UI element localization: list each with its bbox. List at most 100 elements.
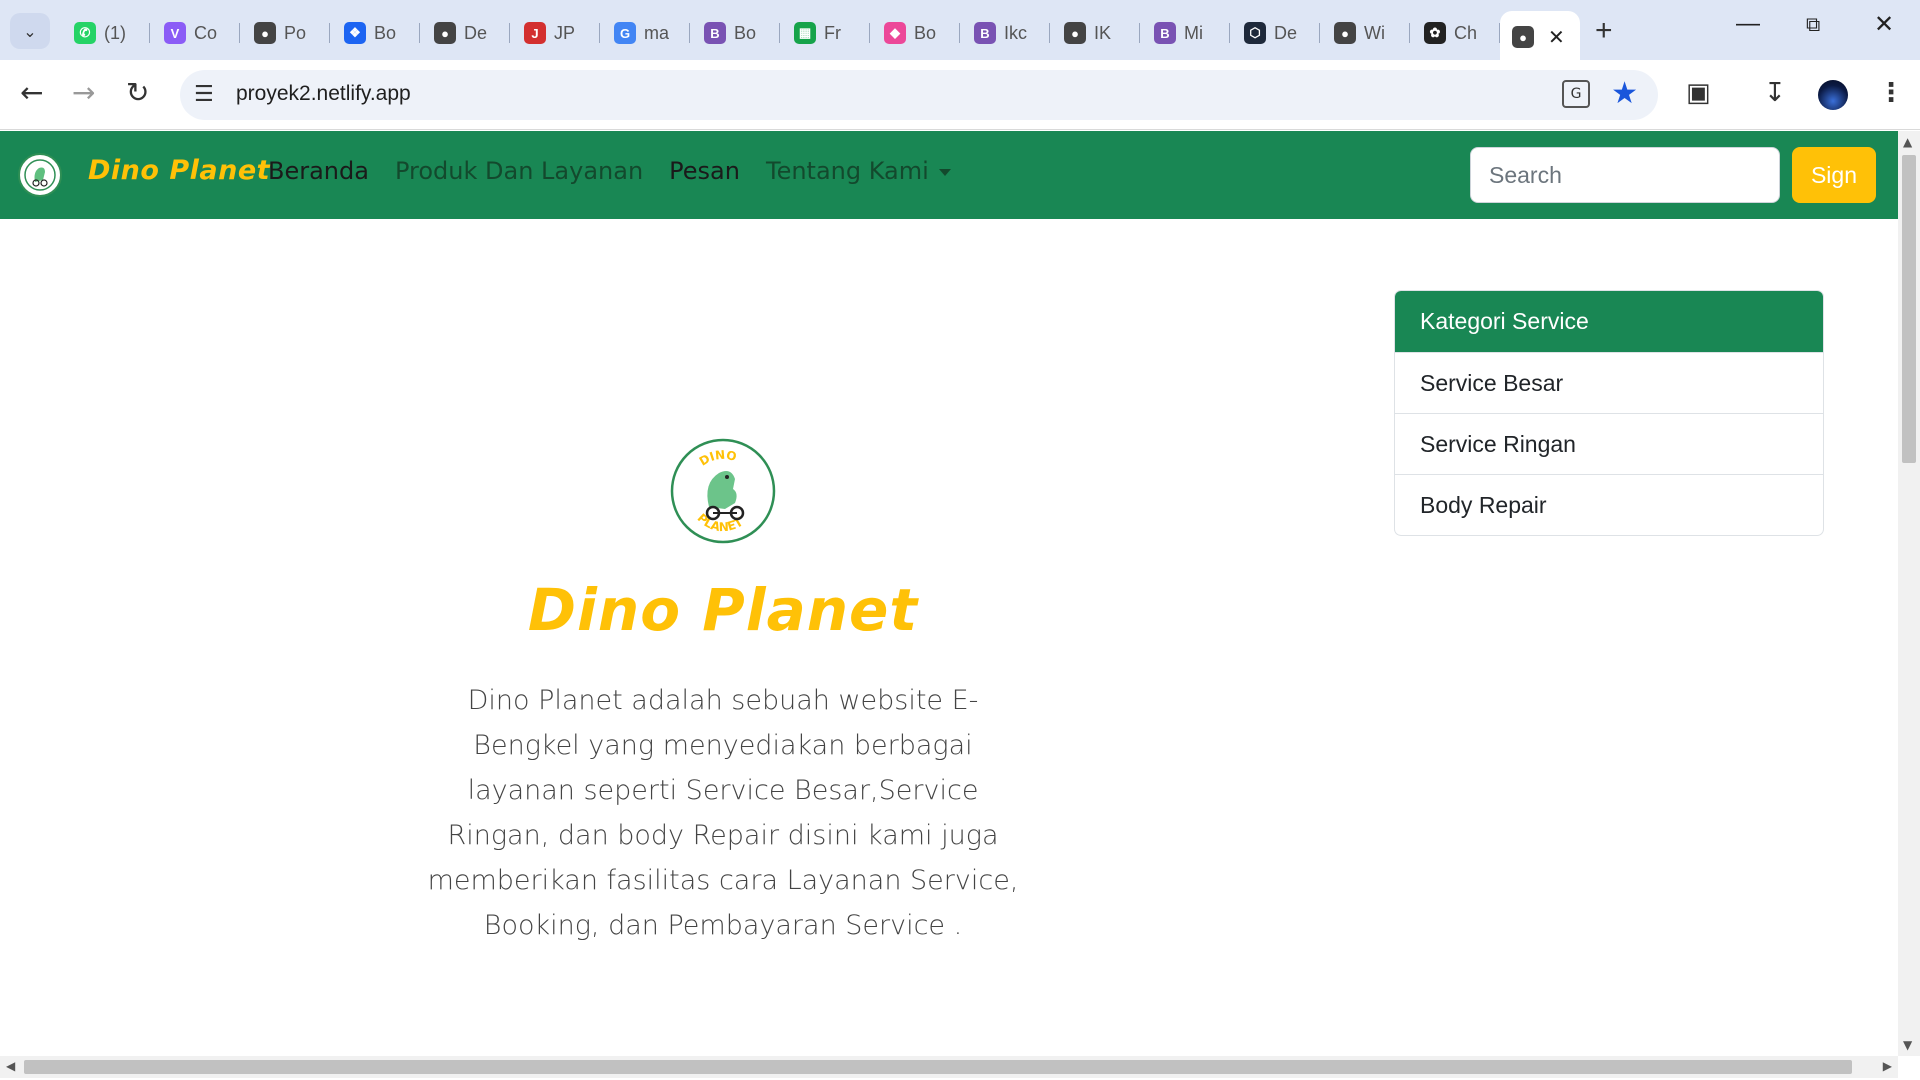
bookmark-star-icon[interactable]: ★ — [1611, 76, 1638, 111]
tab-title: Mi — [1184, 22, 1203, 43]
browser-tab[interactable]: B Bo — [690, 11, 780, 55]
minimize-icon[interactable]: — — [1736, 10, 1760, 38]
profile-avatar[interactable] — [1818, 80, 1848, 110]
nav-link-pesan[interactable]: Pesan — [669, 157, 740, 185]
search-input[interactable] — [1470, 147, 1780, 203]
browser-tab[interactable]: ● Wi — [1320, 11, 1410, 55]
back-icon[interactable]: ← — [20, 76, 43, 109]
browser-tab-active[interactable]: ● ✕ — [1500, 11, 1580, 63]
close-window-icon[interactable]: ✕ — [1874, 10, 1894, 39]
horizontal-scrollbar[interactable]: ◀ ▶ — [0, 1056, 1898, 1078]
globe-icon: ● — [1512, 26, 1534, 48]
category-list: Kategori Service Service Besar Service R… — [1394, 290, 1824, 536]
tab-title: Po — [284, 22, 307, 43]
hero-logo: DINO PLANET — [670, 438, 776, 544]
browser-toolbar: ← → ↻ ☰ proyek2.netlify.app G ★ ▣ ↧ ⋮ — [0, 60, 1920, 130]
browser-tab[interactable]: J JP — [510, 11, 600, 55]
globe-icon: ● — [1064, 22, 1086, 44]
tab-title: IK — [1094, 22, 1112, 43]
menu-kebab-icon[interactable]: ⋮ — [1878, 78, 1904, 108]
bootstrap-icon: B — [704, 22, 726, 44]
download-icon[interactable]: ↧ — [1764, 78, 1786, 108]
tab-title: Bo — [734, 22, 757, 43]
browser-tab[interactable]: ✆ (1) — [60, 11, 150, 55]
globe-icon: ● — [254, 22, 276, 44]
nav-link-produk-dan-layanan[interactable]: Produk Dan Layanan — [395, 157, 643, 185]
tab-title: JP — [554, 22, 576, 43]
nav-link-beranda[interactable]: Beranda — [268, 157, 369, 185]
tab-title: Ikc — [1004, 22, 1028, 43]
browser-tab[interactable]: B Mi — [1140, 11, 1230, 55]
browser-tab[interactable]: ● De — [420, 11, 510, 55]
bootstrap-icon: B — [1154, 22, 1176, 44]
category-item-service-besar[interactable]: Service Besar — [1395, 352, 1823, 413]
tab-title: (1) — [104, 22, 126, 43]
browser-tab[interactable]: ● IK — [1050, 11, 1140, 55]
site-settings-icon[interactable]: ☰ — [194, 82, 214, 107]
tab-title: Wi — [1364, 22, 1385, 43]
caret-down-icon — [938, 168, 951, 176]
frame-icon: ▦ — [794, 22, 816, 44]
flowbite-icon: ❖ — [344, 22, 366, 44]
dino-logo-icon — [24, 159, 56, 191]
bootstrap-icon: B — [974, 22, 996, 44]
tab-list: ✆ (1) V Co ● Po ❖ Bo ● De J JP Gma B Bo ▦ Fr ◆ Bo B Ikc ● IK B M… — [60, 8, 1580, 63]
nav-dropdown-tentang-kami[interactable]: Tentang Kami — [766, 157, 951, 185]
reload-icon[interactable]: ↻ — [126, 76, 149, 109]
close-tab-icon[interactable]: ✕ — [1548, 25, 1565, 50]
translate-icon[interactable]: G — [1562, 80, 1590, 108]
scroll-down-icon[interactable]: ▼ — [1903, 1038, 1912, 1052]
browser-tab-strip: ⌄ ✆ (1) V Co ● Po ❖ Bo ● De J JP Gma B Bo ▦ Fr ◆ Bo B Ikc ● IK… — [0, 0, 1920, 63]
url-text[interactable]: proyek2.netlify.app — [236, 82, 411, 106]
tab-title: ma — [644, 22, 670, 43]
tab-title: Bo — [374, 22, 397, 43]
tab-title: Bo — [914, 22, 937, 43]
scroll-right-icon[interactable]: ▶ — [1883, 1059, 1892, 1073]
browser-tab[interactable]: ● Po — [240, 11, 330, 55]
category-item-body-repair[interactable]: Body Repair — [1395, 474, 1823, 535]
site-navbar: Dino Planet Beranda Produk Dan Layanan P… — [0, 131, 1898, 219]
whatsapp-icon: ✆ — [74, 22, 96, 44]
brand-logo[interactable] — [18, 153, 62, 197]
devin-icon: ⬡ — [1244, 22, 1266, 44]
tab-title: De — [1274, 22, 1298, 43]
google-icon: G — [614, 22, 636, 44]
hero-title: Dino Planet — [527, 576, 919, 644]
category-heading: Kategori Service — [1395, 291, 1823, 352]
jpg-png-icon: J — [524, 22, 546, 44]
sign-button[interactable]: Sign — [1792, 147, 1876, 203]
browser-tab[interactable]: B Ikc — [960, 11, 1050, 55]
address-bar[interactable]: ☰ proyek2.netlify.app G ★ — [180, 70, 1658, 120]
openai-icon: ✿ — [1424, 22, 1446, 44]
scroll-up-icon[interactable]: ▲ — [1903, 135, 1912, 149]
category-item-service-ringan[interactable]: Service Ringan — [1395, 413, 1823, 474]
tab-title: Ch — [1454, 22, 1478, 43]
globe-icon: ● — [1334, 22, 1356, 44]
tab-title: Co — [194, 22, 218, 43]
browser-tab[interactable]: Gma — [600, 11, 690, 55]
chevron-down-icon: ⌄ — [23, 21, 37, 41]
vertical-scroll-thumb[interactable] — [1902, 155, 1916, 463]
nav-dropdown-label: Tentang Kami — [765, 157, 929, 185]
box-icon: ◆ — [884, 22, 906, 44]
hero-description: Dino Planet adalah sebuah website E-Beng… — [427, 685, 1019, 941]
brand-name[interactable]: Dino Planet — [88, 155, 270, 186]
browser-tab[interactable]: V Co — [150, 11, 240, 55]
browser-tab[interactable]: ⬡ De — [1230, 11, 1320, 55]
tab-title: Fr — [824, 22, 841, 43]
tab-search-button[interactable]: ⌄ — [10, 13, 50, 49]
browser-tab[interactable]: ❖ Bo — [330, 11, 420, 55]
browser-tab[interactable]: ◆ Bo — [870, 11, 960, 55]
browser-tab[interactable]: ✿ Ch — [1410, 11, 1500, 55]
extensions-icon[interactable]: ▣ — [1686, 78, 1711, 108]
new-tab-button[interactable]: + — [1595, 14, 1613, 48]
restore-icon[interactable]: ⧉ — [1806, 14, 1820, 37]
globe-icon: ● — [434, 22, 456, 44]
tab-title: De — [464, 22, 488, 43]
vite-icon: V — [164, 22, 186, 44]
vertical-scrollbar[interactable]: ▲ ▼ — [1898, 131, 1920, 1056]
horizontal-scroll-thumb[interactable] — [24, 1060, 1852, 1074]
scroll-left-icon[interactable]: ◀ — [6, 1059, 15, 1073]
browser-tab[interactable]: ▦ Fr — [780, 11, 870, 55]
forward-icon[interactable]: → — [72, 76, 95, 109]
